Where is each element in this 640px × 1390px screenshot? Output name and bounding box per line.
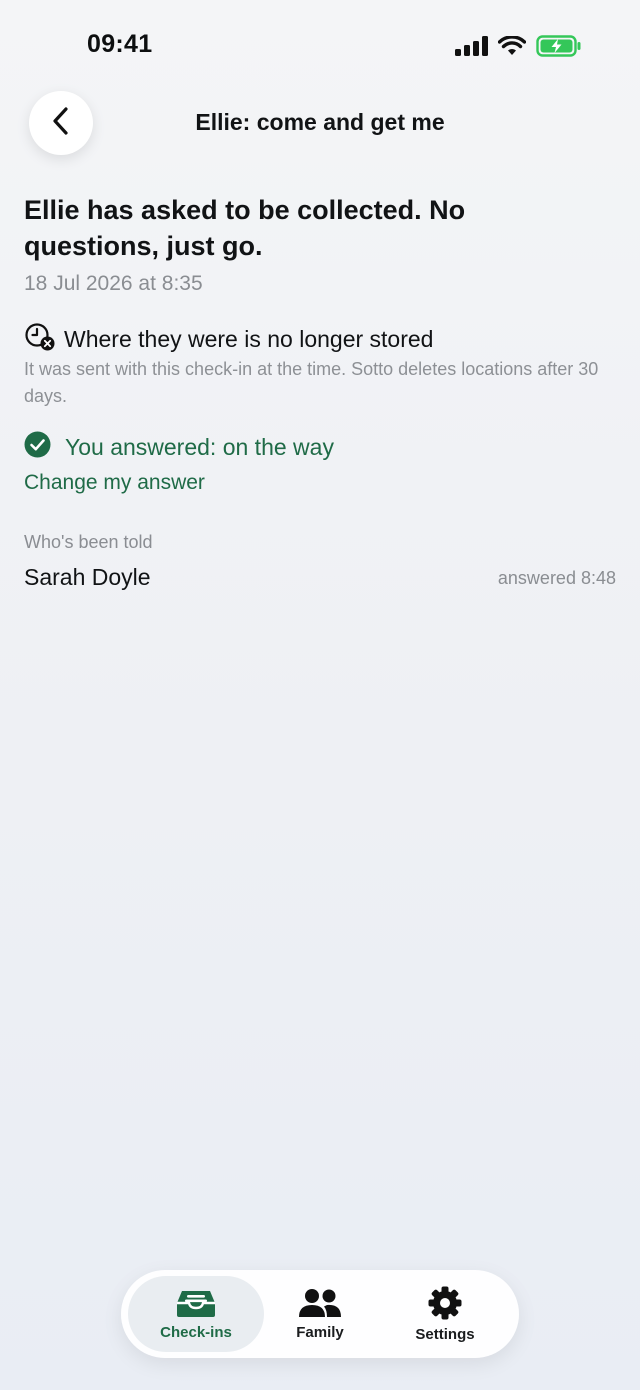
wifi-icon (498, 36, 526, 56)
tab-check-ins[interactable]: Check-ins (128, 1276, 264, 1352)
answer-row: You answered: on the way (24, 431, 334, 463)
check-circle-icon (24, 431, 51, 463)
clock-deleted-icon (24, 322, 56, 357)
change-answer-link[interactable]: Change my answer (24, 471, 205, 495)
location-title: Where they were is no longer stored (64, 326, 434, 352)
page-title: Ellie: come and get me (195, 109, 445, 135)
tab-bar: Check-ins Family Settings (121, 1270, 519, 1358)
tab-settings[interactable]: Settings (383, 1276, 507, 1352)
gear-icon (428, 1286, 462, 1320)
inbox-tray-icon (176, 1288, 216, 1318)
people-icon (296, 1288, 344, 1318)
recipient-status: answered 8:48 (497, 568, 616, 588)
location-note: It was sent with this check-in at the ti… (24, 359, 599, 406)
tab-label: Check-ins (160, 1323, 232, 1341)
location-status-row: Where they were is no longer stored (24, 322, 433, 357)
status-time: 09:41 (87, 30, 153, 58)
status-bar: 09:41 (0, 0, 640, 90)
recipients-label: Who's been told (24, 532, 153, 552)
cellular-signal-icon (455, 36, 488, 56)
tab-label: Settings (415, 1325, 475, 1343)
recipient-row: Sarah Doyle answered 8:48 (24, 562, 616, 596)
battery-charging-icon (536, 35, 582, 57)
status-icons (455, 35, 582, 57)
checkin-headline: Ellie has asked to be collected. No ques… (24, 195, 466, 261)
tab-family[interactable]: Family (257, 1276, 383, 1352)
tab-label: Family (296, 1323, 344, 1341)
checkin-timestamp: 18 Jul 2026 at 8:35 (24, 272, 203, 295)
recipient-name: Sarah Doyle (24, 564, 151, 590)
answer-text: You answered: on the way (65, 433, 334, 460)
